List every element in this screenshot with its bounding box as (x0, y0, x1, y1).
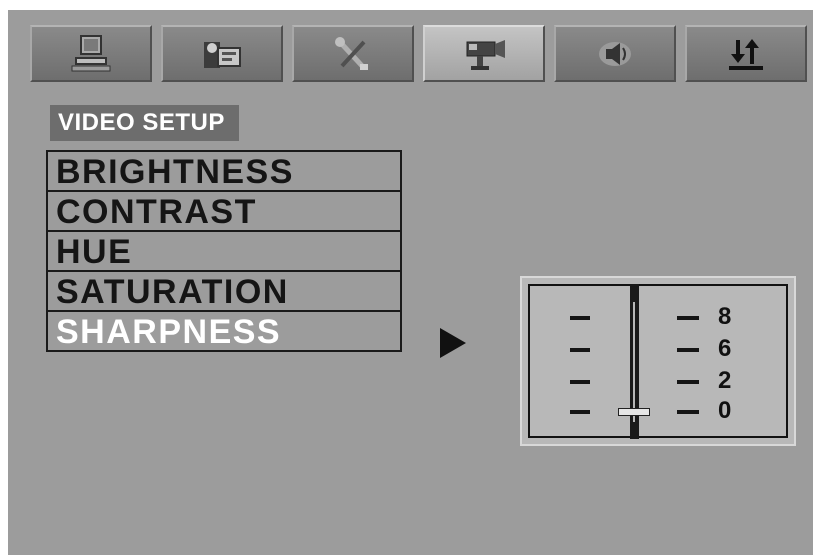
computer-icon (71, 34, 111, 71)
menu-item-hue[interactable]: HUE (46, 230, 402, 272)
settings-menu: BRIGHTNESS CONTRAST HUE SATURATION SHARP… (46, 150, 402, 352)
slider-level-label: 8 (718, 303, 732, 330)
video-camera-icon (466, 39, 505, 70)
slider-knob[interactable] (618, 408, 650, 416)
sharpness-slider-panel: 8 6 2 0 (520, 276, 796, 446)
tab-general[interactable] (30, 25, 152, 82)
menu-item-saturation[interactable]: SATURATION (46, 270, 402, 312)
speaker-icon (599, 41, 631, 66)
slider-tick-right (677, 410, 699, 414)
slider-tick-left (570, 316, 590, 320)
page-title: VIDEO SETUP (50, 105, 239, 141)
slider-frame: 8 6 2 0 (528, 284, 788, 439)
menu-item-contrast[interactable]: CONTRAST (46, 190, 402, 232)
slider-level-label: 0 (718, 397, 732, 424)
submenu-arrow-icon (440, 328, 466, 358)
slider-tick-left (570, 348, 590, 352)
language-icon (204, 41, 241, 68)
osd-screen: VIDEO SETUP BRIGHTNESS CONTRAST HUE SATU… (8, 10, 813, 555)
slider-tick-right (677, 316, 699, 320)
menu-item-sharpness[interactable]: SHARPNESS (46, 310, 402, 352)
tab-audio[interactable] (554, 25, 676, 82)
tab-preference[interactable] (685, 25, 807, 82)
menu-item-brightness[interactable]: BRIGHTNESS (46, 150, 402, 192)
tab-tools[interactable] (292, 25, 414, 82)
slider-level-label: 2 (718, 367, 732, 394)
sort-arrows-icon (729, 38, 763, 70)
slider-tick-left (570, 380, 590, 384)
slider-tick-right (677, 348, 699, 352)
tab-language[interactable] (161, 25, 283, 82)
tab-video[interactable] (423, 25, 545, 82)
tools-icon (335, 36, 368, 70)
slider-level-label: 6 (718, 335, 732, 362)
slider-tick-left (570, 410, 590, 414)
slider-tick-right (677, 380, 699, 384)
